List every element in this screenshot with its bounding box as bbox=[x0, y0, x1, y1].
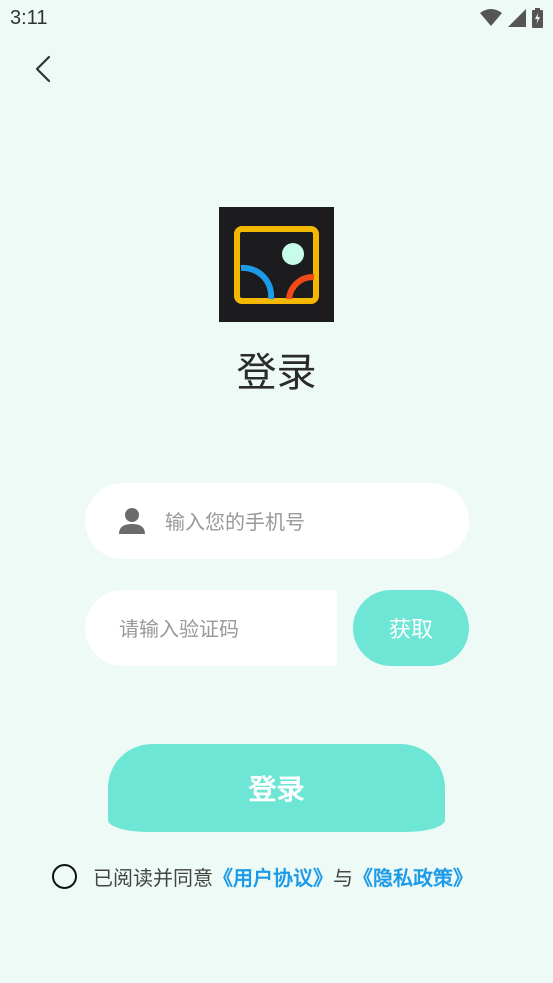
wifi-icon bbox=[480, 9, 502, 31]
signal-icon bbox=[508, 9, 526, 31]
status-icons bbox=[480, 8, 543, 32]
code-input[interactable] bbox=[117, 590, 331, 668]
chevron-left-icon bbox=[33, 54, 53, 88]
user-icon bbox=[117, 507, 147, 535]
agreement: 已阅读并同意 《用户协议》 与 《隐私政策》 bbox=[52, 860, 473, 892]
battery-charging-icon bbox=[532, 8, 543, 32]
agreement-conjunction: 与 bbox=[333, 865, 353, 890]
code-field[interactable] bbox=[85, 590, 337, 668]
back-button[interactable] bbox=[26, 52, 60, 90]
phone-field[interactable] bbox=[85, 483, 469, 561]
status-bar: 3:11 bbox=[0, 0, 553, 38]
phone-input[interactable] bbox=[163, 483, 447, 561]
privacy-policy-link[interactable]: 《隐私政策》 bbox=[353, 862, 473, 891]
login-button[interactable]: 登录 bbox=[108, 744, 445, 832]
status-time: 3:11 bbox=[10, 7, 48, 29]
agree-checkbox[interactable] bbox=[52, 863, 77, 889]
page-title: 登录 bbox=[236, 350, 317, 396]
app-logo-icon bbox=[219, 207, 334, 322]
get-code-button[interactable]: 获取 bbox=[353, 590, 469, 666]
agreement-prefix: 已阅读并同意 bbox=[93, 865, 213, 890]
user-agreement-link[interactable]: 《用户协议》 bbox=[213, 862, 333, 891]
